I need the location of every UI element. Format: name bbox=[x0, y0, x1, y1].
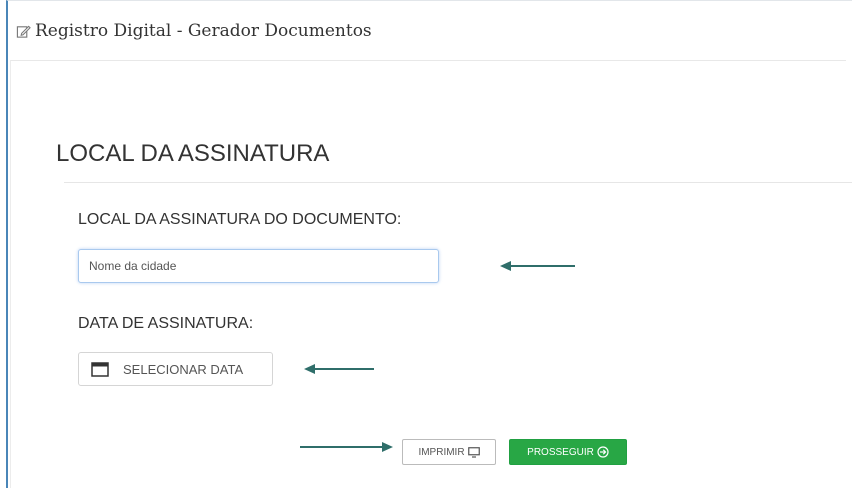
annotation-arrow-print bbox=[300, 442, 393, 452]
window-title-bar: Registro Digital - Gerador Documentos bbox=[16, 20, 372, 42]
calendar-icon bbox=[91, 362, 109, 377]
section-divider bbox=[64, 182, 852, 183]
print-button[interactable]: IMPRIMIR bbox=[402, 439, 496, 465]
proceed-label: PROSSEGUIR bbox=[527, 446, 594, 458]
city-input[interactable] bbox=[78, 249, 439, 283]
proceed-button[interactable]: PROSSEGUIR bbox=[509, 439, 627, 465]
location-label: LOCAL DA ASSINATURA DO DOCUMENTO: bbox=[78, 211, 402, 228]
monitor-icon bbox=[467, 446, 480, 458]
arrow-circle-right-icon bbox=[597, 446, 609, 458]
annotation-arrow-date bbox=[304, 364, 374, 374]
section-title: LOCAL DA ASSINATURA bbox=[56, 140, 330, 167]
select-date-label: SELECIONAR DATA bbox=[123, 361, 244, 377]
print-label: IMPRIMIR bbox=[418, 446, 465, 458]
date-label: DATA DE ASSINATURA: bbox=[78, 315, 254, 332]
window-title: Registro Digital - Gerador Documentos bbox=[35, 21, 372, 41]
select-date-button[interactable]: SELECIONAR DATA bbox=[78, 352, 273, 386]
annotation-arrow-city bbox=[500, 261, 575, 271]
edit-icon bbox=[16, 25, 31, 38]
